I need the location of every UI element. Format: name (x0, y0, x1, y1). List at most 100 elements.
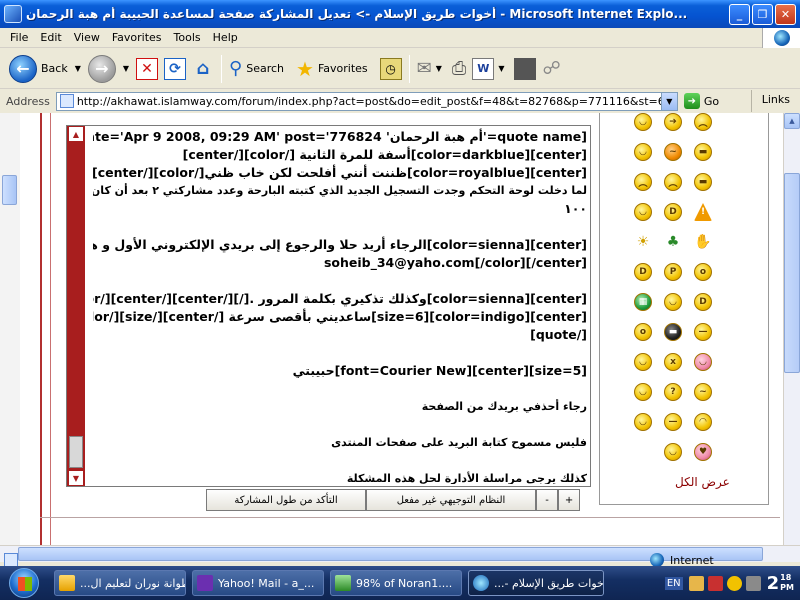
left-scroll-thumb[interactable] (2, 175, 17, 205)
window-titlebar[interactable]: أخوات طريق الإسلام -> تعديل المشاركة صفح… (0, 0, 800, 28)
edit-button[interactable]: W ▼ (469, 52, 511, 86)
scroll-up-icon[interactable]: ▲ (68, 126, 84, 142)
editor-scrollbar[interactable]: ▲ ▼ (67, 126, 85, 486)
clock-minute: 18 (780, 572, 792, 582)
guided-mode-button[interactable]: النظام التوجيهي غير مفعل (366, 489, 536, 511)
menu-file[interactable]: File (0, 31, 34, 44)
minimize-button[interactable]: _ (729, 3, 750, 25)
bigsmile-smiley-icon[interactable]: D (694, 293, 712, 311)
home-button[interactable]: ⌂ (189, 52, 217, 86)
thinking-smiley-icon[interactable]: ? (664, 383, 682, 401)
history-button[interactable]: ◷ (377, 52, 405, 86)
alien-smiley-icon[interactable]: ▦ (634, 293, 652, 311)
shy-smiley-icon[interactable]: ◡ (694, 353, 712, 371)
menu-view[interactable]: View (68, 31, 106, 44)
huh-smiley-icon[interactable]: ◠ (694, 413, 712, 431)
menu-favorites[interactable]: Favorites (106, 31, 168, 44)
happy-smiley-icon[interactable]: ◡ (634, 203, 652, 221)
mail-dropdown-icon[interactable]: ▼ (436, 64, 442, 73)
ninja-smiley-icon[interactable]: ▬ (664, 323, 682, 341)
sad-smiley-icon[interactable]: ︵ (634, 173, 652, 191)
favorites-button[interactable]: ★ Favorites (293, 52, 371, 86)
editor-line: رجاء أحذفي بريدك من الصفحة (421, 400, 587, 413)
links-button[interactable]: Links (750, 90, 800, 112)
dizzy-smiley-icon[interactable]: x (664, 353, 682, 371)
language-indicator[interactable]: EN (664, 576, 683, 590)
scroll-up-icon[interactable]: ▲ (784, 113, 800, 129)
page-scroll-thumb[interactable] (784, 173, 800, 373)
idea-bulb-icon[interactable]: ☀ (634, 233, 652, 251)
start-button[interactable] (0, 566, 48, 600)
restore-button[interactable]: ❐ (752, 3, 773, 25)
messenger-button[interactable]: ☍ (539, 52, 563, 86)
blush-smiley-icon[interactable]: ◡ (634, 143, 652, 161)
menu-edit[interactable]: Edit (34, 31, 67, 44)
address-input[interactable]: http://akhawat.islamway.com/forum/index.… (55, 91, 678, 111)
menu-help[interactable]: Help (207, 31, 244, 44)
wink-smiley-icon[interactable]: ◡ (634, 383, 652, 401)
laugh-smiley-icon[interactable]: D (664, 203, 682, 221)
worried-smiley-icon[interactable]: ︵ (664, 173, 682, 191)
taskbar-item[interactable]: Yahoo! Mail - a_... (192, 570, 324, 596)
unsure-smiley-icon[interactable]: ~ (694, 383, 712, 401)
smiley-icon[interactable]: ◡ (634, 113, 652, 131)
page-vertical-scrollbar[interactable]: ▲ (783, 113, 800, 545)
back-button[interactable]: ← Back (6, 52, 71, 86)
sunglasses-smiley-icon[interactable]: ▬ (694, 173, 712, 191)
menu-tools[interactable]: Tools (168, 31, 207, 44)
love-smiley-icon[interactable]: ♥ (694, 443, 712, 461)
crying-smiley-icon[interactable]: ◡ (634, 353, 652, 371)
toolbar-separator (221, 54, 223, 83)
editor-scroll-thumb[interactable] (69, 436, 83, 468)
address-dropdown-icon[interactable]: ▼ (660, 92, 677, 110)
hand-icon[interactable]: ✋ (694, 233, 712, 251)
forward-dropdown-icon[interactable]: ▼ (123, 64, 129, 73)
address-url[interactable]: http://akhawat.islamway.com/forum/index.… (77, 95, 661, 108)
expand-editor-button[interactable]: + (558, 489, 580, 511)
angry-smiley-icon[interactable]: ︵ (694, 113, 712, 131)
arrow-smiley-icon[interactable]: ➔ (664, 113, 682, 131)
search-button[interactable]: ⚲ Search (226, 52, 287, 86)
surprised-smiley-icon[interactable]: o (634, 323, 652, 341)
taskbar-item[interactable]: 98% of Noran1.... (330, 570, 462, 596)
clock[interactable]: 2 18 PM (767, 573, 794, 594)
stop-button[interactable]: ✕ (133, 52, 161, 86)
editor-text[interactable]: [quote name='أم هبة الرحمان' date='Apr 9… (93, 128, 587, 484)
favorites-label: Favorites (317, 62, 368, 75)
discuss-button[interactable] (511, 52, 539, 86)
scroll-down-icon[interactable]: ▼ (68, 470, 84, 486)
taskbar-item-active[interactable]: أخوات طريق الإسلام -... (468, 570, 604, 596)
taskbar-item[interactable]: إسطوانة نوران لتعليم ال... (54, 570, 186, 596)
palm-trees-icon[interactable]: ♣ (664, 233, 682, 251)
edit-dropdown-icon[interactable]: ▼ (498, 64, 504, 73)
mellow-smiley-icon[interactable]: — (664, 413, 682, 431)
antivirus-icon[interactable] (707, 575, 723, 591)
cool-smiley-icon[interactable]: ▬ (694, 143, 712, 161)
go-button[interactable]: ➜ Go (683, 93, 719, 109)
shrink-editor-button[interactable]: - (536, 489, 558, 511)
neutral-smiley-icon[interactable]: — (694, 323, 712, 341)
network-icon[interactable] (688, 575, 704, 591)
editor-line: فليس مسموح كتابة البريد على صفحات المنتد… (331, 436, 587, 449)
forward-button[interactable]: → (85, 52, 119, 86)
rolleyes-smiley-icon[interactable]: o (694, 263, 712, 281)
post-editor[interactable]: ▲ ▼ [quote name='أم هبة الرحمان' date='A… (66, 125, 591, 487)
close-button[interactable]: ✕ (775, 3, 796, 25)
page-content: ▲ ▼ [quote name='أم هبة الرحمان' date='A… (0, 113, 783, 545)
print-button[interactable]: ⎙ (449, 52, 469, 86)
show-all-smilies-link[interactable]: عرض الكل (675, 475, 730, 489)
back-dropdown-icon[interactable]: ▼ (75, 64, 81, 73)
confused-smiley-icon[interactable]: ~ (664, 143, 682, 161)
grin-smiley-icon[interactable]: D (634, 263, 652, 281)
tongue-smiley-icon[interactable]: P (664, 263, 682, 281)
refresh-button[interactable]: ⟳ (161, 52, 189, 86)
angel-smiley-icon[interactable]: ◡ (664, 443, 682, 461)
warning-icon[interactable]: ! (694, 203, 712, 221)
rolling-smiley-icon[interactable]: ◡ (634, 413, 652, 431)
volume-icon[interactable] (745, 575, 761, 591)
smile-smiley-icon[interactable]: ◡ (664, 293, 682, 311)
mail-button[interactable]: ✉ ▼ (414, 52, 449, 86)
check-length-button[interactable]: التأكد من طول المشاركة (206, 489, 366, 511)
messenger-tray-icon[interactable] (726, 575, 742, 591)
